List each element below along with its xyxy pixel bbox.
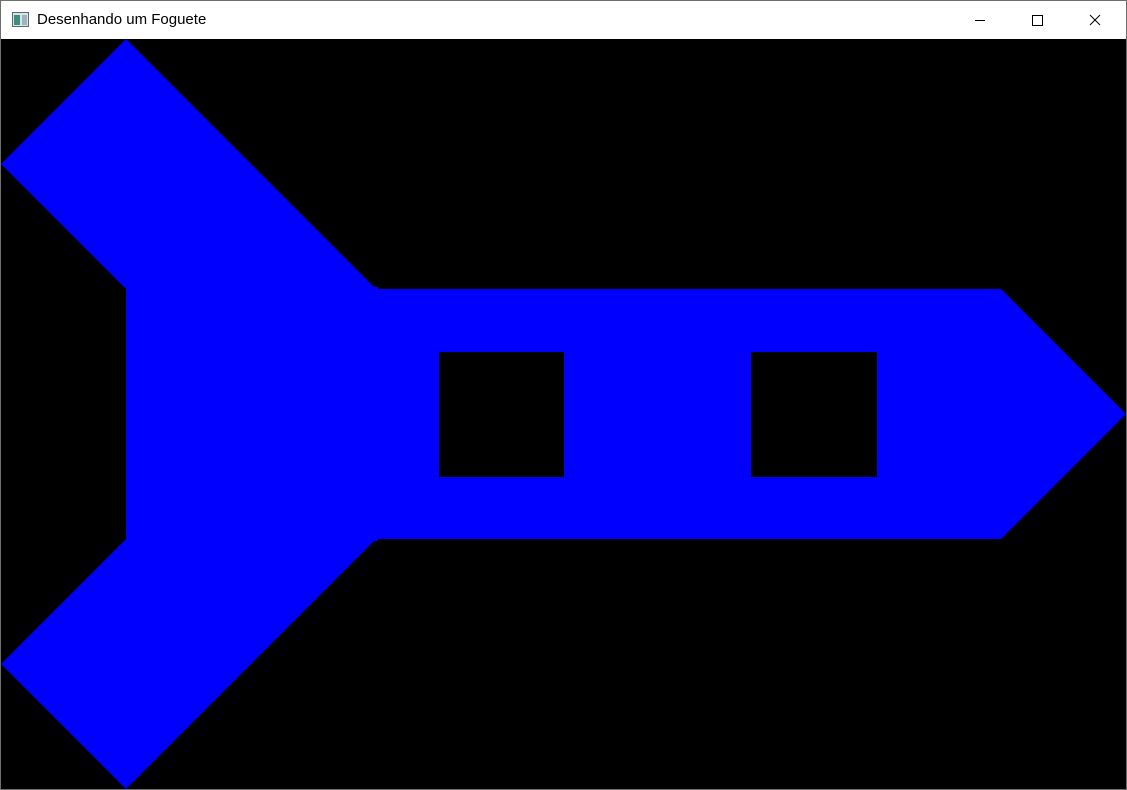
minimize-icon <box>975 20 985 21</box>
rocket-tail-block <box>126 287 378 541</box>
title-bar[interactable]: Desenhando um Foguete <box>1 1 1126 39</box>
close-button[interactable] <box>1072 1 1118 39</box>
rocket-lower-fin <box>1 539 376 789</box>
rocket-upper-fin <box>1 39 376 289</box>
app-icon <box>12 12 29 27</box>
close-icon <box>1089 14 1101 26</box>
app-window: Desenhando um Foguete <box>0 0 1127 790</box>
rocket-drawing <box>1 39 1126 789</box>
maximize-icon <box>1032 15 1043 26</box>
maximize-button[interactable] <box>1014 1 1060 39</box>
drawing-canvas <box>1 39 1126 789</box>
minimize-button[interactable] <box>957 1 1003 39</box>
rocket-window-1 <box>439 352 564 477</box>
rocket-window-2 <box>751 352 877 477</box>
window-title: Desenhando um Foguete <box>37 11 207 28</box>
